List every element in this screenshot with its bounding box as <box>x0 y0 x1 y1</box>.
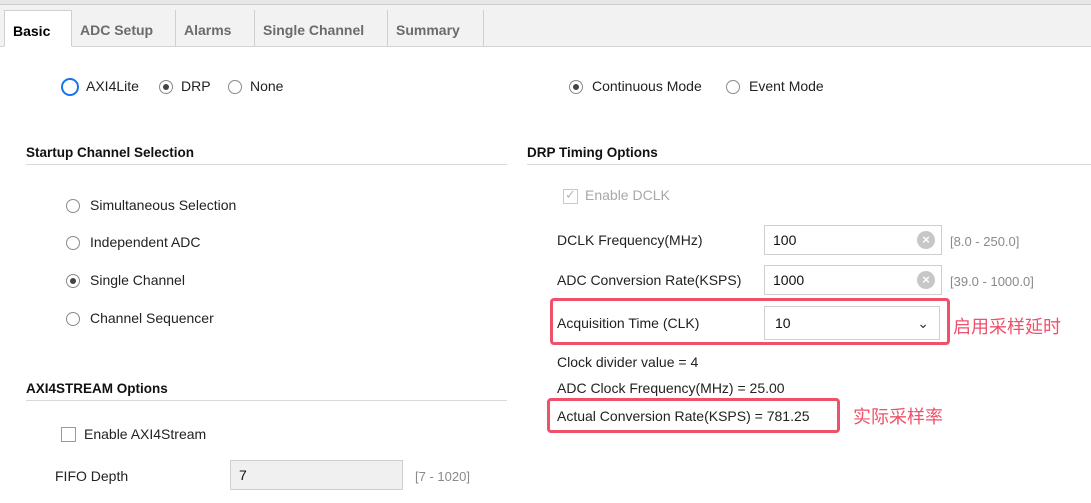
acquisition-annotation-note: 启用采样延时 <box>953 317 1061 337</box>
radio-axi4lite-label: AXI4Lite <box>86 78 139 94</box>
radio-none[interactable] <box>228 80 242 94</box>
tab-alarms[interactable]: Alarms <box>176 10 255 46</box>
fifo-depth-field[interactable]: 7 <box>230 460 403 490</box>
adc-conversion-rate-label: ADC Conversion Rate(KSPS) <box>557 272 742 288</box>
radio-independent-adc-label: Independent ADC <box>90 234 201 250</box>
radio-event-mode-label: Event Mode <box>749 78 824 94</box>
enable-axi4stream-checkbox[interactable] <box>61 427 76 442</box>
adc-conversion-rate-range: [39.0 - 1000.0] <box>950 274 1034 289</box>
adc-clock-frequency-text: ADC Clock Frequency(MHz) = 25.00 <box>557 380 785 396</box>
drp-section-title: DRP Timing Options <box>527 145 658 160</box>
fifo-depth-label: FIFO Depth <box>55 468 129 484</box>
radio-continuous-mode[interactable] <box>569 80 583 94</box>
fifo-depth-range: [7 - 1020] <box>415 469 470 484</box>
radio-none-label: None <box>250 78 284 94</box>
radio-simultaneous-selection[interactable] <box>66 199 80 213</box>
tab-summary[interactable]: Summary <box>388 10 484 46</box>
radio-axi4lite[interactable] <box>61 78 79 96</box>
actual-rate-annotation-box <box>547 398 840 433</box>
radio-event-mode[interactable] <box>726 80 740 94</box>
radio-independent-adc[interactable] <box>66 236 80 250</box>
acquisition-annotation-box <box>550 298 950 345</box>
actual-rate-annotation-note: 实际采样率 <box>853 407 943 427</box>
enable-axi4stream-label: Enable AXI4Stream <box>84 426 207 442</box>
radio-channel-sequencer[interactable] <box>66 312 80 326</box>
clear-x-icon[interactable]: × <box>917 231 935 249</box>
enable-dclk-checkbox[interactable]: ✓ <box>563 187 578 204</box>
axi4stream-section-title: AXI4STREAM Options <box>26 381 168 396</box>
startup-divider <box>26 164 507 165</box>
radio-continuous-mode-label: Continuous Mode <box>592 78 702 94</box>
dclk-frequency-label: DCLK Frequency(MHz) <box>557 232 703 248</box>
radio-drp[interactable] <box>159 80 173 94</box>
radio-single-channel[interactable] <box>66 274 80 288</box>
enable-dclk-label: Enable DCLK <box>585 187 670 203</box>
check-icon: ✓ <box>565 187 576 202</box>
drp-divider <box>527 164 1091 165</box>
startup-section-title: Startup Channel Selection <box>26 145 195 160</box>
tab-adc-setup[interactable]: ADC Setup <box>72 10 176 46</box>
clear-x-icon[interactable]: × <box>917 271 935 289</box>
tab-bar: Basic ADC Setup Alarms Single Channel Su… <box>0 0 1091 47</box>
adc-conversion-rate-field[interactable]: 1000 <box>764 265 942 295</box>
dclk-frequency-range: [8.0 - 250.0] <box>950 234 1020 249</box>
tab-single-channel[interactable]: Single Channel <box>255 10 388 46</box>
radio-drp-label: DRP <box>181 78 211 94</box>
axi4stream-divider <box>26 400 507 401</box>
top-edge <box>0 0 1091 5</box>
radio-channel-sequencer-label: Channel Sequencer <box>90 310 214 326</box>
radio-single-channel-label: Single Channel <box>90 272 185 288</box>
radio-simultaneous-selection-label: Simultaneous Selection <box>90 197 237 213</box>
tab-basic[interactable]: Basic <box>4 10 72 47</box>
dclk-frequency-field[interactable]: 100 <box>764 225 942 255</box>
clock-divider-text: Clock divider value = 4 <box>557 354 699 370</box>
